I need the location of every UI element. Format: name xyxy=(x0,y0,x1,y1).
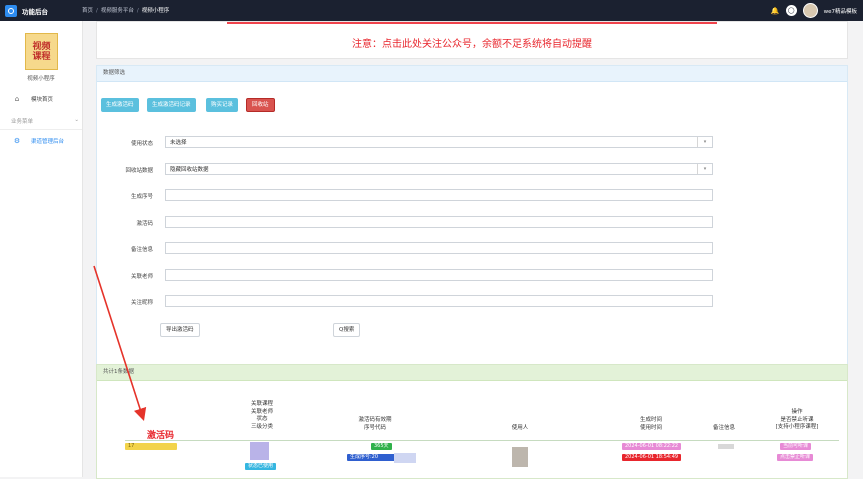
filter-row-recycle: 回收站数据 隐藏回收站数据 ▾ xyxy=(97,163,847,176)
filter-row-serial: 生成序号 xyxy=(97,189,847,202)
chevron-down-icon: ▾ xyxy=(697,137,712,147)
brand[interactable]: 功能后台 xyxy=(5,4,48,17)
sidebar: 视频 课程 视频小程序 ⌂ 模块首页 业务菜单 ⌄ ⚙ 渠道管理后台 xyxy=(0,21,83,477)
notice-accent-line xyxy=(227,22,717,24)
filter-row-use-status: 使用状态 未选择 ▾ xyxy=(97,136,847,149)
chevron-down-icon: ▾ xyxy=(697,164,712,174)
column-remark: 备注信息 xyxy=(712,425,735,431)
generate-record-button[interactable]: 生成激活码记录 xyxy=(147,98,196,112)
column-time: 生成时间 使用时间 xyxy=(639,417,662,431)
remark-input[interactable] xyxy=(165,242,713,254)
main-content: 注意：点击此处关注公众号，余额不足系统将自动提醒 数据筛选 生成激活码 生成激活… xyxy=(82,21,863,479)
column-user: 使用人 xyxy=(511,425,529,431)
avatar[interactable] xyxy=(802,3,818,18)
chevron-down-icon: ⌄ xyxy=(74,117,79,123)
sidebar-group-business[interactable]: 业务菜单 ⌄ xyxy=(11,117,79,125)
bell-icon[interactable]: 🔔 xyxy=(771,7,780,15)
can-listen-button[interactable]: 当前可听课 xyxy=(780,443,812,450)
results-panel: 共计1条数据 激活码 关联课程 关联老师 状态 三级分类 激活码有效期 序号代码 使用人… xyxy=(96,364,848,479)
sidebar-item-label: 模块首页 xyxy=(31,97,54,103)
search-button[interactable]: Q搜索 xyxy=(333,323,361,337)
sidebar-item-channel-admin[interactable]: ⚙ 渠道管理后台 xyxy=(0,133,82,149)
breadcrumb-home[interactable]: 首页 xyxy=(82,8,93,14)
sidebar-group-label: 业务菜单 xyxy=(11,119,34,125)
column-course: 关联课程 关联老师 状态 三级分类 xyxy=(250,401,273,430)
nickname-input[interactable] xyxy=(165,295,713,307)
top-right-tools: 🔔 ◯ we7精品模板 xyxy=(771,3,857,18)
breadcrumb-platform[interactable]: 视频服务平台 xyxy=(101,8,134,14)
user-avatar[interactable] xyxy=(512,447,528,467)
field-label: 生成序号 xyxy=(130,194,153,200)
validity-badge: 365天 xyxy=(371,443,392,450)
remark-redacted xyxy=(718,444,734,449)
app-logo: 视频 课程 xyxy=(25,33,58,70)
breadcrumb-current: 视频小程序 xyxy=(141,8,170,14)
serial-input[interactable] xyxy=(165,189,713,201)
generate-code-button[interactable]: 生成激活码 xyxy=(101,98,139,112)
teacher-input[interactable] xyxy=(165,269,713,281)
filter-panel-title: 数据筛选 xyxy=(97,66,847,82)
app-logo-line-2: 课程 xyxy=(32,51,51,62)
use-status-select[interactable]: 未选择 ▾ xyxy=(165,136,713,148)
column-validity: 激活码有效期 序号代码 xyxy=(358,417,392,431)
filter-row-teacher: 关联老师 xyxy=(97,269,847,282)
course-thumbnail xyxy=(250,442,269,460)
filter-panel: 数据筛选 生成激活码 生成激活码记录 购买记录 回收站 使用状态 未选择 ▾ 回收… xyxy=(96,65,848,372)
status-badge: 状态已使用 xyxy=(245,463,277,470)
notice-text[interactable]: 注意：点击此处关注公众号，余额不足系统将自动提醒 xyxy=(97,35,847,50)
purchase-record-button[interactable]: 购买记录 xyxy=(206,98,239,112)
created-time-badge: 2024-06-01 08:22:22 xyxy=(622,443,682,450)
gear-icon: ⚙ xyxy=(13,137,21,145)
field-label: 备注信息 xyxy=(130,247,153,253)
sidebar-item-label: 渠道管理后台 xyxy=(31,139,65,145)
top-bar: 功能后台 首页 / 视频服务平台 / 视频小程序 🔔 ◯ we7精品模板 xyxy=(0,0,863,21)
field-label: 激活码 xyxy=(136,221,153,227)
filter-row-nickname: 关注昵称 xyxy=(97,295,847,308)
table-header-divider xyxy=(125,440,839,441)
sidebar-item-home[interactable]: ⌂ 模块首页 xyxy=(0,91,82,107)
filter-row-remark: 备注信息 xyxy=(97,242,847,255)
breadcrumb: 首页 / 视频服务平台 / 视频小程序 xyxy=(82,8,170,14)
forbid-listen-button[interactable]: 点击禁止听课 xyxy=(777,454,814,461)
results-count: 共计1条数据 xyxy=(97,365,847,381)
field-label: 关注昵称 xyxy=(130,300,153,306)
field-label: 回收站数据 xyxy=(125,168,153,174)
app-name: 视频小程序 xyxy=(27,76,55,82)
app-logo-line-1: 视频 xyxy=(32,41,51,52)
brand-name: 功能后台 xyxy=(22,7,48,16)
activation-code-input[interactable] xyxy=(165,216,713,228)
sidebar-divider xyxy=(0,129,82,130)
brand-logo-icon xyxy=(5,4,17,17)
export-codes-button[interactable]: 导出激活码 xyxy=(160,323,200,337)
used-time-badge: 2024-06-01 18:54:49 xyxy=(622,454,682,461)
serial-redacted xyxy=(394,453,416,463)
field-label: 使用状态 xyxy=(130,141,153,147)
column-ops: 操作 是否禁止听课 [支持小程序课程] xyxy=(775,409,819,430)
home-icon: ⌂ xyxy=(14,95,20,103)
recycle-data-select[interactable]: 隐藏回收站数据 ▾ xyxy=(165,163,713,175)
field-label: 关联老师 xyxy=(130,274,153,280)
activation-code-value[interactable]: 17 xyxy=(125,443,177,450)
notice-banner[interactable]: 注意：点击此处关注公众号，余额不足系统将自动提醒 xyxy=(96,21,848,59)
username[interactable]: we7精品模板 xyxy=(824,7,857,15)
recycle-bin-button[interactable]: 回收站 xyxy=(246,98,275,112)
shield-icon[interactable]: ◯ xyxy=(785,5,797,16)
filter-row-code: 激活码 xyxy=(97,216,847,229)
